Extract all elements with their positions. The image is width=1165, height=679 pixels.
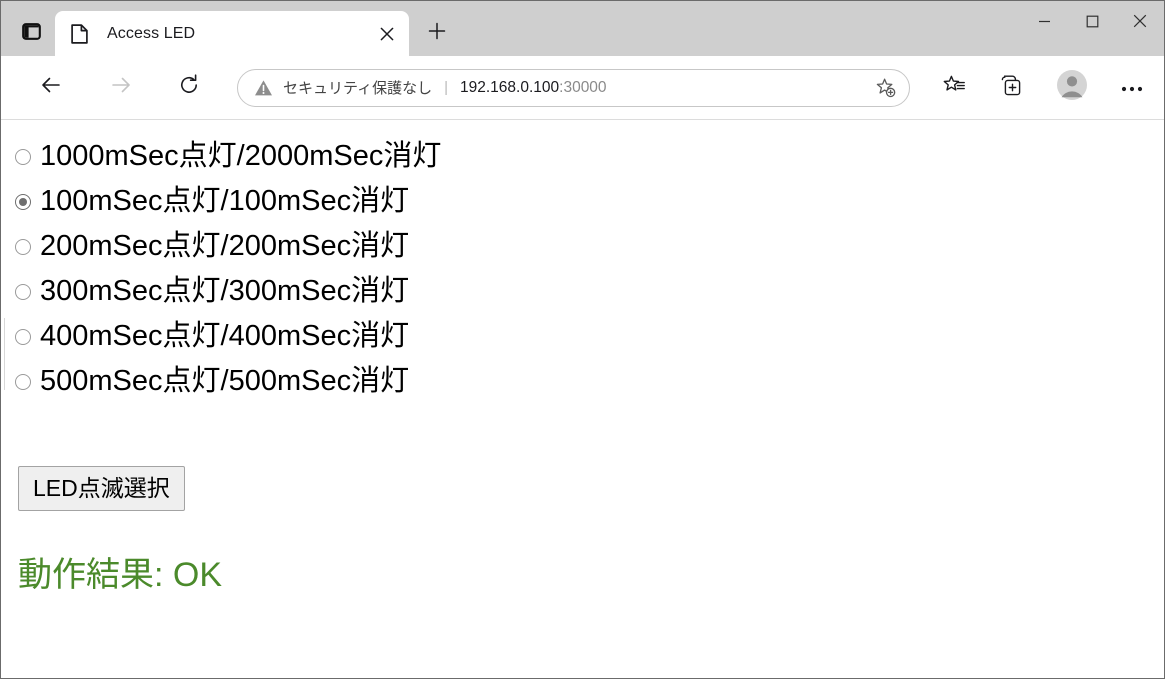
plus-icon	[428, 22, 446, 45]
list-item[interactable]: 400mSec点灯/400mSec消灯	[15, 314, 1164, 359]
radio-label: 500mSec点灯/500mSec消灯	[40, 365, 410, 397]
address-bar[interactable]: セキュリティ保護なし | 192.168.0.100 :30000	[237, 68, 910, 107]
radio-label: 200mSec点灯/200mSec消灯	[40, 230, 410, 262]
profile-button[interactable]	[1052, 68, 1092, 108]
radio-button[interactable]	[15, 238, 31, 255]
star-plus-icon	[876, 78, 896, 97]
browser-window: Access LED セキュリティ保護なし | 192.168.0.100:3…	[0, 0, 1165, 679]
maximize-button[interactable]	[1068, 1, 1116, 41]
led-blink-submit-button[interactable]: LED点滅選択	[18, 466, 185, 512]
profile-avatar-icon	[1057, 70, 1087, 105]
tab-title: Access LED	[107, 24, 196, 42]
arrow-left-icon	[39, 73, 63, 102]
collections-button[interactable]	[990, 68, 1030, 108]
radio-button[interactable]	[15, 328, 31, 345]
security-status-text: セキュリティ保護なし	[283, 80, 433, 97]
ellipsis-icon	[1121, 79, 1143, 97]
radio-label: 300mSec点灯/300mSec消灯	[40, 275, 410, 307]
viewport-edge-artifact	[4, 318, 5, 390]
operation-result-text: 動作結果: OK	[18, 556, 223, 595]
collections-add-icon	[999, 74, 1022, 102]
browser-toolbar: セキュリティ保護なし | 192.168.0.100 :30000	[1, 56, 1164, 120]
favorites-button[interactable]	[934, 68, 974, 108]
radio-button[interactable]	[15, 373, 31, 390]
arrow-right-icon	[109, 73, 133, 102]
favorites-list-icon	[943, 74, 966, 102]
back-button[interactable]	[31, 68, 71, 108]
forward-button	[101, 68, 141, 108]
reload-button[interactable]	[169, 68, 209, 108]
window-controls	[1020, 1, 1164, 41]
tab-close-button[interactable]	[373, 20, 401, 48]
list-item[interactable]: 1000mSec点灯/2000mSec消灯	[15, 134, 1164, 179]
list-item[interactable]: 300mSec点灯/300mSec消灯	[15, 269, 1164, 314]
list-item[interactable]: 500mSec点灯/500mSec消灯	[15, 359, 1164, 404]
omnibox-separator: |	[444, 79, 449, 96]
minimize-button[interactable]	[1020, 1, 1068, 41]
tab-actions-button[interactable]	[9, 14, 53, 54]
radio-button[interactable]	[15, 148, 31, 165]
split-pane-icon	[21, 22, 41, 46]
radio-button[interactable]	[15, 283, 31, 300]
browser-tab-active[interactable]: Access LED	[55, 11, 409, 56]
maximize-icon	[1086, 15, 1098, 27]
list-item[interactable]: 100mSec点灯/100mSec消灯	[15, 179, 1164, 224]
list-item[interactable]: 200mSec点灯/200mSec消灯	[15, 224, 1164, 269]
close-button[interactable]	[1116, 1, 1164, 41]
radio-button-selected[interactable]	[15, 193, 31, 210]
page-content: 1000mSec点灯/2000mSec消灯 100mSec点灯/100mSec消…	[1, 120, 1164, 678]
radio-label: 100mSec点灯/100mSec消灯	[40, 185, 410, 217]
add-favorite-button[interactable]	[871, 73, 901, 103]
new-tab-button[interactable]	[419, 15, 455, 51]
led-blink-form: 1000mSec点灯/2000mSec消灯 100mSec点灯/100mSec消…	[15, 134, 1164, 512]
radio-label: 400mSec点灯/400mSec消灯	[40, 320, 410, 352]
url-host-text: 192.168.0.100	[460, 78, 560, 96]
reload-icon	[177, 73, 201, 102]
close-icon	[1133, 14, 1147, 28]
title-bar: Access LED	[1, 1, 1164, 56]
radio-label: 1000mSec点灯/2000mSec消灯	[40, 140, 442, 172]
document-icon	[69, 23, 89, 44]
url-port-text: :30000	[559, 78, 607, 96]
more-options-button[interactable]	[1112, 68, 1152, 108]
warning-triangle-icon[interactable]	[254, 79, 273, 97]
minimize-icon	[1038, 20, 1050, 22]
